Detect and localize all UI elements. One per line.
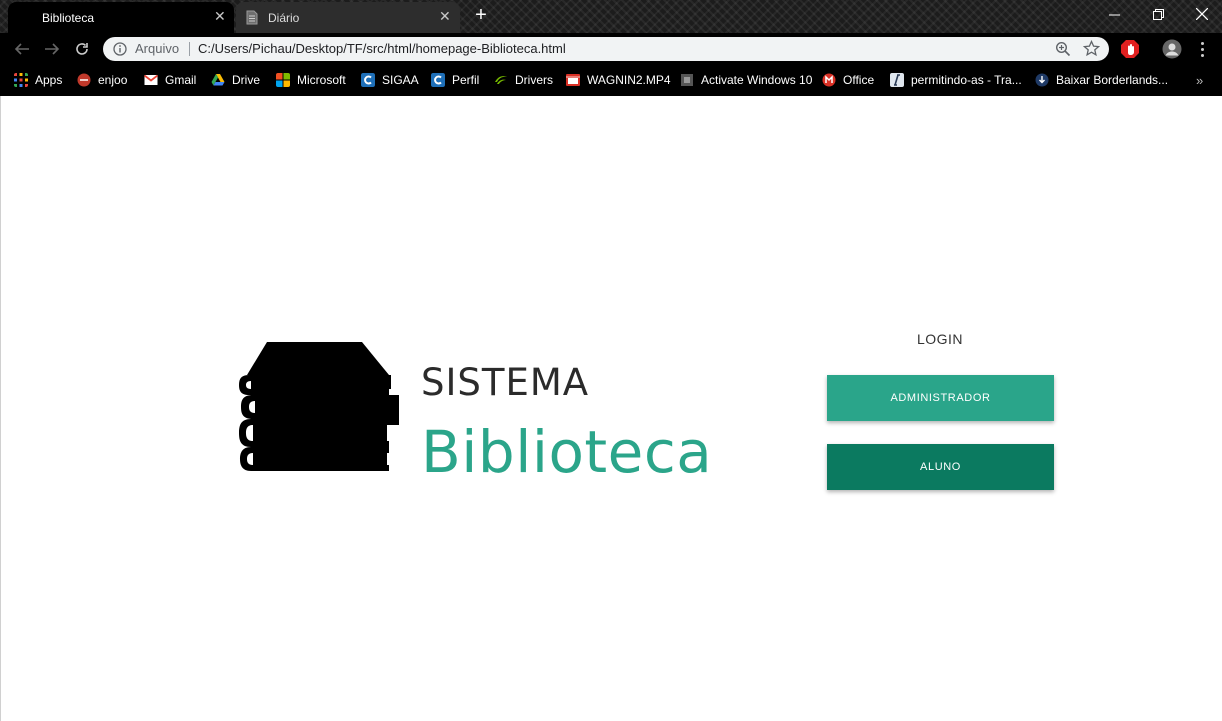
- bookmark-wagnin2[interactable]: WAGNIN2.MP4: [566, 71, 671, 89]
- reload-button[interactable]: [71, 38, 93, 60]
- bookmark-sigaa[interactable]: SIGAA: [361, 71, 419, 89]
- drive-icon: [211, 74, 225, 86]
- zoom-icon[interactable]: [1055, 41, 1071, 57]
- apps-grid-icon: [14, 73, 28, 87]
- bookmark-label: SIGAA: [382, 73, 419, 87]
- sigaa-icon: [361, 73, 375, 87]
- bookmark-label: Apps: [35, 73, 63, 87]
- bookmark-enjoo[interactable]: enjoo: [77, 71, 127, 89]
- chevron-right-icon[interactable]: »: [1196, 73, 1203, 88]
- microsoft-icon: [276, 73, 290, 87]
- bookmark-drive[interactable]: Drive: [211, 71, 260, 89]
- bookmark-label: Baixar Borderlands...: [1056, 73, 1169, 87]
- page-content: SISTEMA Biblioteca LOGIN ADMINISTRADOR A…: [0, 96, 1222, 721]
- star-icon[interactable]: [1083, 40, 1100, 57]
- nvidia-icon: [495, 76, 507, 84]
- adblock-icon[interactable]: [1120, 39, 1140, 59]
- bookmarks-bar: Apps enjoo Gmail Drive Microsoft SIGAA P…: [0, 65, 1222, 96]
- gmail-icon: [144, 74, 158, 85]
- tab-strip: Biblioteca ✕ Diário ✕ +: [0, 0, 1222, 33]
- minimize-icon: [1108, 14, 1120, 15]
- menu-button[interactable]: [1196, 40, 1208, 58]
- bookmark-activate-windows[interactable]: Activate Windows 10: [680, 71, 812, 89]
- new-tab-button[interactable]: +: [470, 4, 492, 26]
- bookmark-label: Drivers: [515, 73, 553, 87]
- bookmark-label: Activate Windows 10: [701, 73, 813, 87]
- bookmark-label: WAGNIN2.MP4: [587, 73, 671, 87]
- close-icon: [1196, 8, 1208, 20]
- bookmark-microsoft[interactable]: Microsoft: [276, 71, 346, 89]
- bookmark-drivers[interactable]: Drivers: [494, 71, 553, 89]
- url-text[interactable]: C:/Users/Pichau/Desktop/TF/src/html/home…: [198, 41, 566, 56]
- bookmark-borderlands[interactable]: Baixar Borderlands...: [1035, 71, 1168, 89]
- bookmark-label: permitindo-as - Tra...: [911, 73, 1022, 87]
- reload-icon: [76, 43, 88, 55]
- avatar[interactable]: [1162, 39, 1182, 59]
- bookmark-label: Drive: [232, 73, 261, 87]
- close-icon[interactable]: ✕: [439, 8, 451, 25]
- office-icon: [822, 73, 836, 87]
- perfil-icon: [431, 73, 445, 87]
- security-label: Arquivo: [135, 41, 180, 56]
- bookmark-label: Microsoft: [297, 73, 346, 87]
- minimize-button[interactable]: [1092, 0, 1136, 28]
- arrow-right-icon: [45, 43, 60, 55]
- restore-button[interactable]: [1136, 0, 1180, 28]
- bookmark-apps[interactable]: Apps: [14, 71, 62, 89]
- bookmark-permitindo[interactable]: permitindo-as - Tra...: [890, 71, 1022, 89]
- divider: [189, 42, 190, 56]
- arrow-left-icon: [14, 43, 29, 55]
- brand-title-line1: SISTEMA: [421, 361, 590, 404]
- info-icon[interactable]: [113, 42, 127, 56]
- tab-diario[interactable]: Diário ✕: [236, 2, 460, 33]
- address-bar[interactable]: Arquivo C:/Users/Pichau/Desktop/TF/src/h…: [103, 37, 1109, 61]
- download-icon: [1035, 73, 1049, 87]
- aluno-button[interactable]: ALUNO: [827, 444, 1054, 490]
- close-window-button[interactable]: [1180, 0, 1222, 28]
- tab-title: Diário: [268, 10, 300, 25]
- bookmark-label: Gmail: [165, 73, 197, 87]
- enjoo-icon: [77, 73, 91, 87]
- bookmark-gmail[interactable]: Gmail: [144, 71, 196, 89]
- back-button[interactable]: [11, 38, 33, 60]
- bookmark-perfil[interactable]: Perfil: [431, 71, 479, 89]
- forward-button[interactable]: [41, 38, 63, 60]
- bookmark-office[interactable]: Office: [822, 71, 874, 89]
- bookmark-label: Perfil: [452, 73, 480, 87]
- login-heading: LOGIN: [916, 331, 964, 347]
- translate-icon: [890, 73, 904, 87]
- tab-title: Biblioteca: [42, 10, 95, 25]
- brand-title-line2: Biblioteca: [421, 418, 713, 486]
- page-icon: [681, 74, 693, 86]
- video-icon: [566, 74, 580, 86]
- bookmark-label: enjoo: [98, 73, 128, 87]
- administrador-button[interactable]: ADMINISTRADOR: [827, 375, 1054, 421]
- tab-biblioteca[interactable]: Biblioteca ✕: [8, 2, 234, 33]
- books-logo-icon: [239, 342, 399, 471]
- bookmark-label: Office: [843, 73, 875, 87]
- document-icon: [246, 10, 258, 25]
- close-icon[interactable]: ✕: [214, 8, 226, 25]
- restore-icon: [1152, 8, 1164, 20]
